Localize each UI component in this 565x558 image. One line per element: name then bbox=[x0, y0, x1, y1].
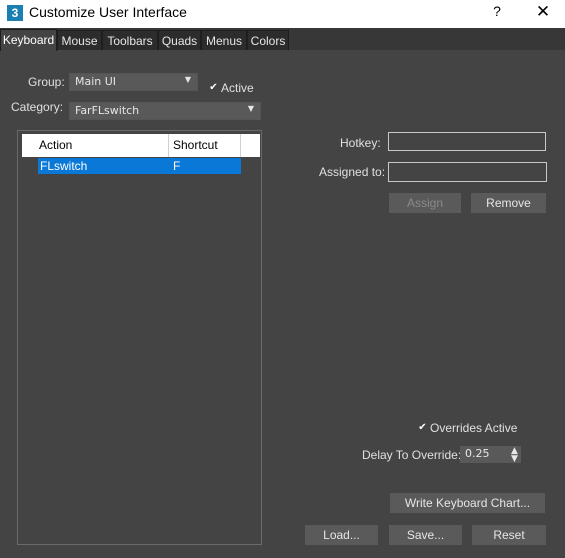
spinner-arrows-icon[interactable]: ▲ ▼ bbox=[511, 447, 518, 464]
row-action-cell: FLswitch bbox=[40, 159, 88, 173]
chevron-down-icon: ▼ bbox=[184, 75, 191, 84]
delay-value: 0.25 bbox=[465, 447, 490, 460]
hotkey-label: Hotkey: bbox=[340, 136, 381, 150]
overrides-active-label: Overrides Active bbox=[430, 421, 518, 435]
column-header-shortcut[interactable]: Shortcut bbox=[173, 138, 218, 152]
category-dropdown[interactable]: FarFLswitch ▼ bbox=[69, 102, 261, 120]
close-button[interactable]: ✕ bbox=[531, 2, 555, 24]
group-dropdown[interactable]: Main UI ▼ bbox=[69, 73, 198, 91]
category-value: FarFLswitch bbox=[75, 104, 140, 117]
tab-keyboard[interactable]: Keyboard bbox=[0, 29, 57, 51]
chevron-down-icon: ▼ bbox=[247, 104, 254, 113]
tab-toolbars[interactable]: Toolbars bbox=[102, 30, 158, 50]
tab-quads[interactable]: Quads bbox=[158, 30, 201, 50]
reset-button[interactable]: Reset bbox=[472, 525, 546, 545]
tab-mouse[interactable]: Mouse bbox=[57, 30, 102, 50]
group-value: Main UI bbox=[75, 75, 117, 88]
column-divider bbox=[240, 134, 241, 157]
remove-button[interactable]: Remove bbox=[471, 193, 546, 213]
app-icon: 3 bbox=[7, 5, 23, 21]
load-button[interactable]: Load... bbox=[305, 525, 378, 545]
action-list[interactable] bbox=[17, 130, 262, 545]
overrides-active-checkbox[interactable]: ✔ bbox=[417, 422, 428, 433]
column-header-action[interactable]: Action bbox=[39, 138, 72, 152]
active-label: Active bbox=[221, 81, 254, 95]
delay-label: Delay To Override: bbox=[362, 448, 462, 462]
assign-button[interactable]: Assign bbox=[389, 193, 461, 213]
assigned-to-label: Assigned to: bbox=[319, 165, 386, 179]
tab-colors[interactable]: Colors bbox=[247, 30, 289, 50]
category-label: Category: bbox=[11, 100, 64, 114]
group-label: Group: bbox=[28, 75, 65, 89]
write-keyboard-chart-button[interactable]: Write Keyboard Chart... bbox=[390, 493, 545, 513]
assigned-to-field[interactable] bbox=[388, 162, 547, 182]
window-title: Customize User Interface bbox=[29, 4, 187, 20]
help-button[interactable]: ? bbox=[487, 3, 507, 23]
hotkey-input[interactable] bbox=[388, 132, 546, 151]
row-shortcut-cell: F bbox=[173, 159, 181, 173]
save-button[interactable]: Save... bbox=[389, 525, 462, 545]
column-divider bbox=[168, 134, 169, 157]
active-checkbox[interactable]: ✔ bbox=[208, 82, 219, 93]
tab-menus[interactable]: Menus bbox=[201, 30, 247, 50]
